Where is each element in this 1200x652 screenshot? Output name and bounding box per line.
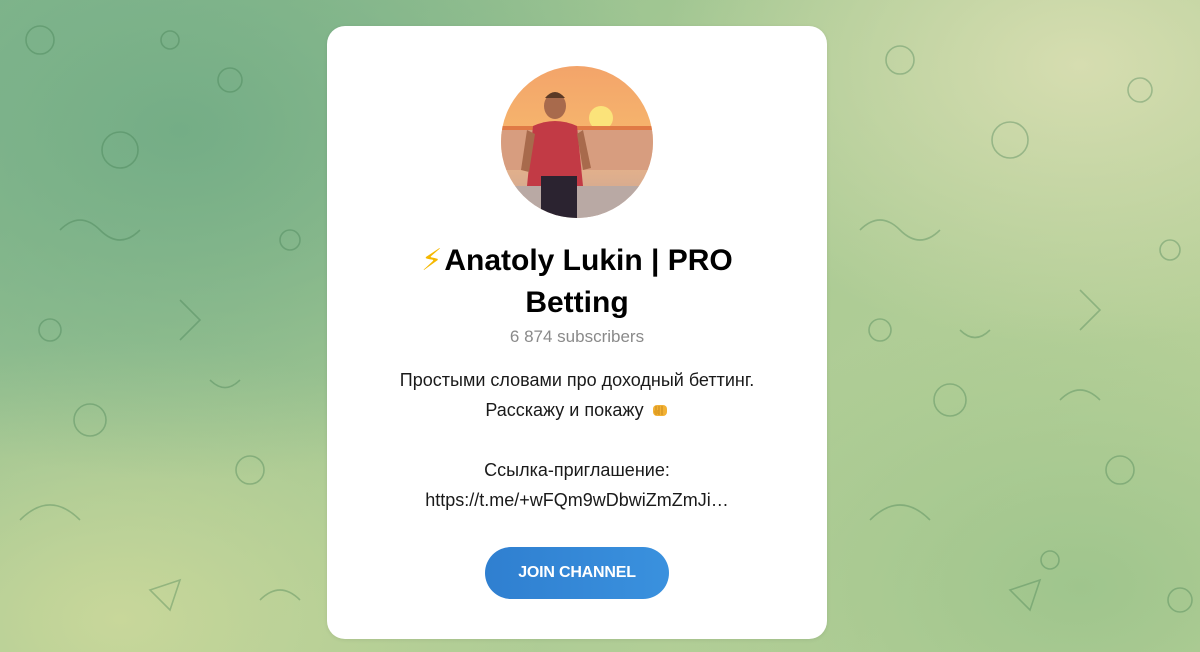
channel-title: ⚡Anatoly Lukin | PRO Betting	[367, 240, 787, 324]
lightning-icon: ⚡	[421, 244, 443, 277]
description-line-2: Расскажу и покажу	[357, 395, 797, 425]
description-line-1: Простыми словами про доходный беттинг.	[399, 370, 755, 390]
invite-link[interactable]: https://t.me/+wFQm9wDbwiZmZmJi…	[357, 485, 797, 515]
description-line-3: Ссылка-приглашение:	[484, 460, 670, 480]
subscriber-count: 6 874 subscribers	[509, 327, 645, 346]
channel-card: ⚡Anatoly Lukin | PRO Betting 6 874 subsc…	[327, 26, 827, 639]
join-channel-button[interactable]: JOIN CHANNEL	[485, 547, 669, 599]
fist-bump-icon	[652, 405, 667, 416]
description-line-2-text: Расскажу и покажу	[485, 400, 644, 420]
channel-title-text: Anatoly Lukin | PRO Betting	[444, 244, 733, 319]
avatar-photo	[501, 66, 653, 218]
channel-description: Простыми словами про доходный беттинг. Р…	[357, 365, 797, 515]
channel-avatar	[501, 66, 653, 218]
